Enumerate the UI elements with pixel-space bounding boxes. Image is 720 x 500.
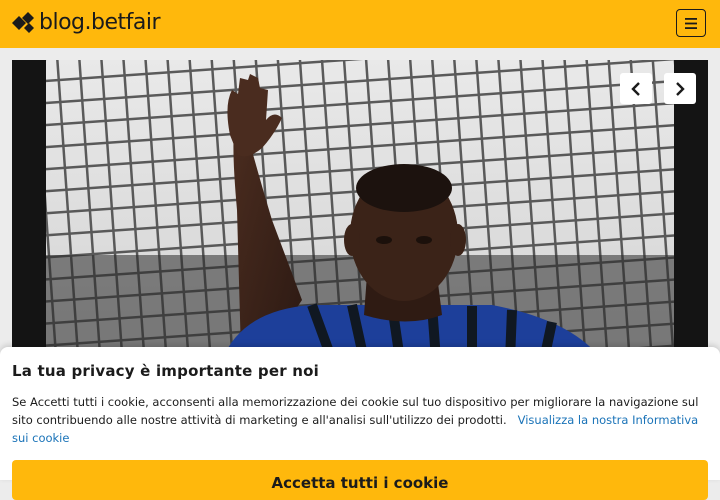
logo-text: blog.betfair: [39, 10, 161, 35]
carousel-prev-button[interactable]: [620, 73, 652, 104]
chevron-right-icon: [676, 81, 685, 96]
top-header: blog.betfair: [0, 0, 720, 48]
hero-image: [12, 60, 708, 360]
hero-carousel[interactable]: [12, 60, 708, 360]
betfair-diamond-icon: [12, 12, 34, 33]
menu-button[interactable]: [676, 9, 706, 37]
cookie-title: La tua privacy è importante per noi: [12, 362, 319, 380]
accept-all-cookies-button[interactable]: Accetta tutti i cookie: [12, 460, 708, 500]
cookie-description: Se Accetti tutti i cookie, acconsenti al…: [12, 393, 712, 447]
cookie-consent-banner: La tua privacy è importante per noi Se A…: [0, 347, 720, 500]
hamburger-menu-icon: [685, 17, 697, 29]
chevron-left-icon: [631, 81, 640, 96]
carousel-next-button[interactable]: [664, 73, 696, 104]
site-logo[interactable]: blog.betfair: [12, 9, 161, 37]
